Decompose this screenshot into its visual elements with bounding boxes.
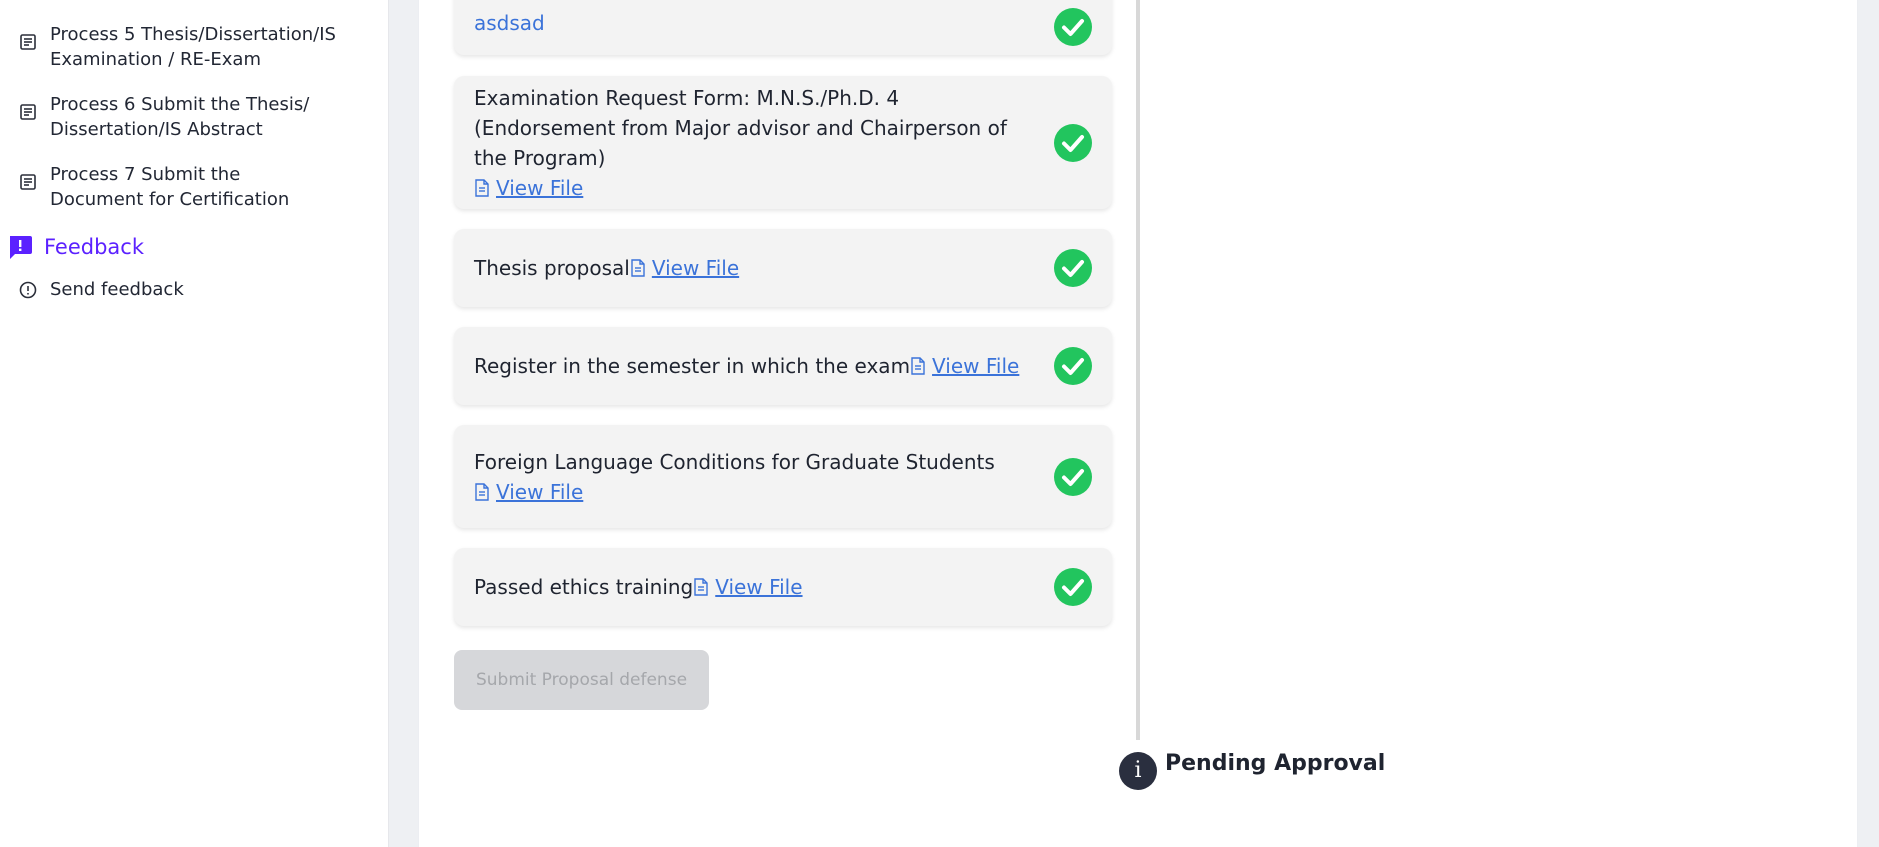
article-icon <box>20 174 36 190</box>
check-circle-icon <box>1054 8 1092 46</box>
info-glyph: i <box>1134 758 1142 783</box>
sidebar: Process 5 Thesis/Dissertation/IS Examina… <box>0 0 389 847</box>
requirement-panel: Thesis proposal View File <box>454 229 1112 307</box>
view-file-label: View File <box>932 354 1020 378</box>
requirement-text-block: Foreign Language Conditions for Graduate… <box>474 447 1034 507</box>
document-icon <box>694 578 708 596</box>
requirement-panel: Passed ethics training View File <box>454 548 1112 626</box>
check-circle-icon <box>1054 568 1092 606</box>
requirement-text-block: Thesis proposal View File <box>474 253 1034 283</box>
view-file-label: View File <box>715 575 803 599</box>
requirement-panel: Examination Request Form: M.N.S./Ph.D. 4… <box>454 76 1112 209</box>
feedback-icon <box>10 236 32 259</box>
requirement-text-block: Examination Request Form: M.N.S./Ph.D. 4… <box>474 83 1034 203</box>
check-circle-icon <box>1054 123 1092 162</box>
requirement-text: Register in the semester in which the ex… <box>474 354 911 378</box>
article-icon <box>20 34 36 50</box>
document-icon <box>475 178 489 197</box>
requirement-text: Examination Request Form: M.N.S./Ph.D. 4… <box>474 85 1007 170</box>
sidebar-item-label: Process 5 Thesis/Dissertation/IS Examina… <box>50 24 336 70</box>
sidebar-item-process-5[interactable]: Process 5 Thesis/Dissertation/IS Examina… <box>18 22 358 72</box>
send-feedback-item[interactable]: Send feedback <box>18 278 184 302</box>
info-icon: i <box>1119 752 1157 790</box>
sidebar-feedback-header[interactable]: Feedback <box>6 232 144 262</box>
view-file-label: View File <box>496 479 584 504</box>
feedback-label: Feedback <box>44 235 145 259</box>
requirement-text: Thesis proposal <box>474 256 630 280</box>
requirement-panel: Register in the semester in which the ex… <box>454 327 1112 405</box>
requirement-text: Passed ethics training <box>474 575 694 599</box>
check-circle-icon <box>1054 347 1092 385</box>
timeline-line <box>1136 0 1140 740</box>
view-file-link[interactable]: View File <box>474 480 583 504</box>
view-file-link[interactable]: View File <box>630 256 739 280</box>
article-icon <box>20 104 36 120</box>
check-circle-icon <box>1054 249 1092 287</box>
sidebar-item-label: Process 6 Submit the Thesis/ Dissertatio… <box>50 94 310 140</box>
sidebar-item-label: Process 7 Submit the Document for Certif… <box>50 164 290 210</box>
view-file-link[interactable]: View File <box>910 354 1019 378</box>
requirement-panel: Foreign Language Conditions for Graduate… <box>454 425 1112 528</box>
send-feedback-label: Send feedback <box>50 279 184 300</box>
document-icon <box>475 482 489 501</box>
document-icon <box>911 357 925 375</box>
view-file-label: View File <box>651 256 740 280</box>
requirement-text-block: Register in the semester in which the ex… <box>474 351 1074 381</box>
requirement-text-block: Passed ethics training View File <box>474 572 1034 602</box>
document-icon <box>631 259 645 277</box>
requirement-text: Foreign Language Conditions for Graduate… <box>474 449 995 474</box>
view-file-link[interactable]: View File <box>474 176 583 200</box>
sidebar-item-process-6[interactable]: Process 6 Submit the Thesis/ Dissertatio… <box>18 92 358 142</box>
status-label: Pending Approval <box>1165 751 1386 776</box>
view-file-link[interactable]: View File <box>693 575 803 599</box>
view-file-label: View File <box>496 175 584 200</box>
sidebar-item-process-7[interactable]: Process 7 Submit the Document for Certif… <box>18 162 358 212</box>
alert-circle-icon <box>19 281 37 299</box>
top-link[interactable]: asdsad <box>474 8 545 38</box>
submit-proposal-defense-button[interactable]: Submit Proposal defense <box>454 650 709 710</box>
check-circle-icon <box>1054 457 1092 496</box>
requirement-panel-partial: asdsad <box>454 0 1112 55</box>
